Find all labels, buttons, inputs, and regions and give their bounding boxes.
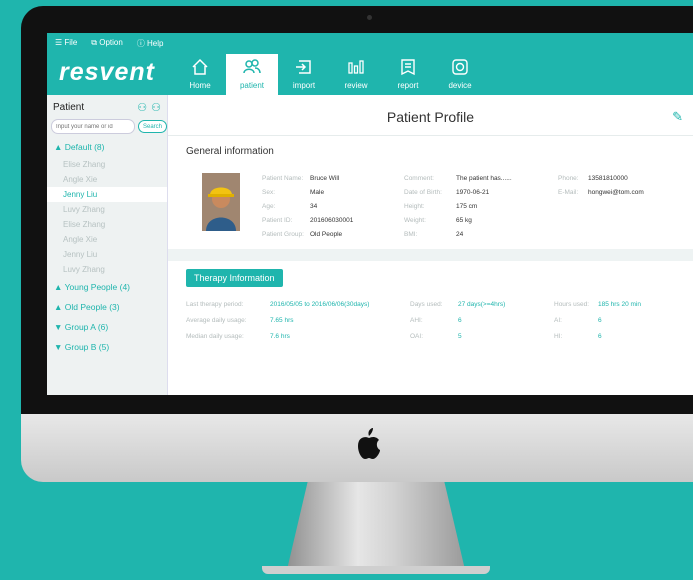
add-patient-icon[interactable]: ⚇ [137, 101, 147, 114]
resvent-logo: resvent [59, 58, 155, 86]
add-group-icon[interactable]: ⚇ [151, 101, 161, 114]
label-phone: Phone: [558, 175, 579, 182]
menu-bar: ☰ File ⧉ Option ⓘ Help [55, 38, 164, 49]
label-hours-used: Hours used: [554, 301, 590, 308]
page-title: Patient Profile [386, 109, 475, 125]
value-phone: 13581810000 [588, 175, 628, 182]
menu-file[interactable]: ☰ File [55, 38, 77, 49]
value-patient-group: Old People [310, 231, 343, 238]
value-oai: 5 [458, 333, 462, 340]
top-bar: ☰ File ⧉ Option ⓘ Help resvent Home pati… [47, 33, 693, 95]
value-weight: 65 kg [456, 217, 472, 224]
value-ai: 6 [598, 317, 602, 324]
patient-item[interactable]: Luvy Zhang [47, 262, 167, 277]
general-info-section: Patient Name: Bruce Will Sex: Male Age: 34 … [168, 157, 693, 249]
monitor-stand [286, 482, 466, 574]
value-median-usage: 7.6 hrs [270, 333, 290, 340]
value-height: 175 cm [456, 203, 478, 210]
value-dob: 1970-06-21 [456, 189, 490, 196]
home-icon [192, 58, 208, 75]
nav-patient-label: patient [239, 81, 265, 90]
value-sex: Male [310, 189, 325, 196]
nav-home-label: Home [189, 81, 211, 90]
label-patient-id: Patient ID: [262, 217, 293, 224]
label-ahi: AHI: [410, 317, 423, 324]
label-sex: Sex: [262, 189, 276, 196]
value-bmi: 24 [456, 231, 464, 238]
nav-home[interactable]: Home [174, 54, 226, 95]
patient-sidebar: Patient ⚇ ⚇ Search ▲ Default (8) Elise Z… [47, 95, 168, 395]
nav-import-label: import [292, 81, 316, 90]
value-comment: The patient has...... [456, 175, 512, 182]
camera-dot [367, 15, 372, 20]
label-days-used: Days used: [410, 301, 443, 308]
therapy-info-tab[interactable]: Therapy Information [186, 269, 283, 287]
sidebar-title: Patient [53, 102, 85, 113]
value-ahi: 6 [458, 317, 462, 324]
patient-item[interactable]: Elise Zhang [47, 157, 167, 172]
label-email: E-Mail: [558, 189, 579, 196]
nav-patient[interactable]: patient [226, 54, 278, 95]
search-button[interactable]: Search [138, 120, 168, 133]
nav-device-label: device [448, 81, 472, 90]
label-hi: HI: [554, 333, 563, 340]
patients-icon [243, 59, 261, 74]
search-input[interactable] [51, 119, 135, 134]
value-email: hongwei@tom.com [588, 189, 644, 196]
value-patient-id: 201606030001 [310, 217, 354, 224]
edit-icon[interactable]: ✎ [672, 109, 683, 125]
app-window: ☰ File ⧉ Option ⓘ Help resvent Home pati… [47, 33, 693, 395]
patient-item[interactable]: Elise Zhang [47, 217, 167, 232]
label-bmi: BMI: [404, 231, 418, 238]
label-patient-name: Patient Name: [262, 175, 304, 182]
value-average-usage: 7.65 hrs [270, 317, 294, 324]
label-median-usage: Median daily usage: [186, 333, 244, 340]
label-dob: Date of Birth: [404, 189, 442, 196]
device-icon [452, 59, 468, 75]
patient-item[interactable]: Angle Xie [47, 232, 167, 247]
group-b[interactable]: ▼ Group B (5) [47, 337, 167, 357]
nav-report-label: report [397, 81, 419, 90]
menu-option[interactable]: ⧉ Option [91, 38, 123, 49]
apple-logo-icon [358, 428, 380, 459]
main-nav: Home patient import review report device [174, 54, 486, 95]
label-oai: OAI: [410, 333, 424, 340]
report-icon [401, 59, 415, 76]
import-icon [296, 60, 311, 74]
therapy-info-section: Last therapy period: 2016/05/05 to 2016/0… [168, 287, 693, 357]
group-a[interactable]: ▼ Group A (6) [47, 317, 167, 337]
value-days-used: 27 days(>=4hrs) [458, 301, 506, 308]
monitor-stand-base [262, 566, 490, 574]
group-default[interactable]: ▲ Default (8) [47, 137, 167, 157]
patient-item[interactable]: Luvy Zhang [47, 202, 167, 217]
value-age: 34 [310, 203, 318, 210]
group-old-people[interactable]: ▲ Old People (3) [47, 297, 167, 317]
label-weight: Weight: [404, 217, 426, 224]
nav-import[interactable]: import [278, 54, 330, 95]
value-hi: 6 [598, 333, 602, 340]
patient-avatar [202, 173, 240, 231]
value-hours-used: 185 hrs 20 min [598, 301, 641, 308]
general-info-title: General information [186, 146, 274, 157]
label-age: Age: [262, 203, 276, 210]
group-young-people[interactable]: ▲ Young People (4) [47, 277, 167, 297]
menu-help[interactable]: ⓘ Help [137, 38, 164, 49]
value-last-therapy: 2016/05/05 to 2016/06/06(30days) [270, 301, 370, 308]
label-patient-group: Patient Group: [262, 231, 304, 238]
label-average-usage: Average daily usage: [186, 317, 247, 324]
patient-item[interactable]: Angle Xie [47, 172, 167, 187]
nav-review-label: review [344, 81, 368, 90]
label-comment: Comment: [404, 175, 434, 182]
patient-item-selected[interactable]: Jenny Liu [47, 187, 167, 202]
label-ai: AI: [554, 317, 562, 324]
label-last-therapy: Last therapy period: [186, 301, 244, 308]
nav-review[interactable]: review [330, 54, 382, 95]
review-icon [348, 60, 364, 74]
value-patient-name: Bruce Will [310, 175, 340, 182]
nav-device[interactable]: device [434, 54, 486, 95]
nav-report[interactable]: report [382, 54, 434, 95]
patient-item[interactable]: Jenny Liu [47, 247, 167, 262]
patient-profile-panel: Patient Profile ✎ General information Pa… [168, 95, 693, 395]
label-height: Height: [404, 203, 425, 210]
